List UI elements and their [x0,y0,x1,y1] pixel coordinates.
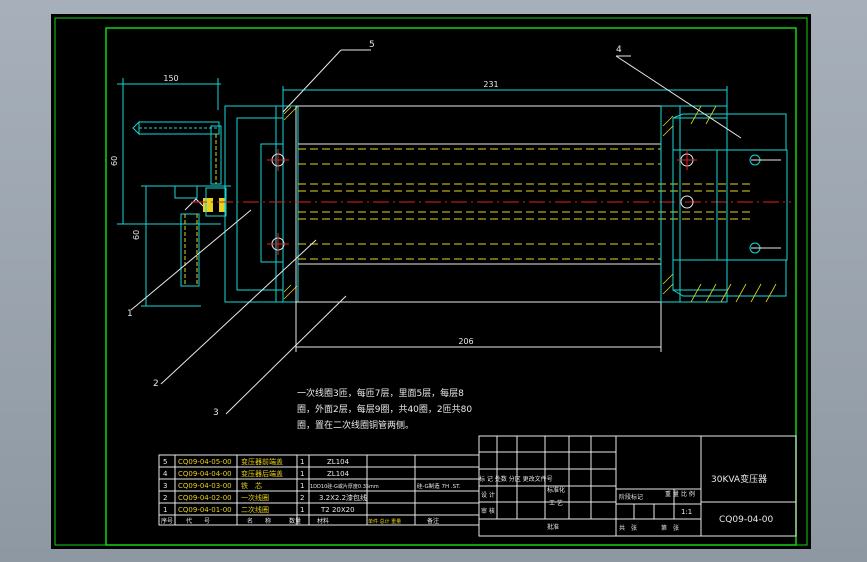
title-designer: 设 计 [481,491,495,499]
title-standard: 标准化 [547,486,565,494]
bom-row-4-qty: 1 [300,470,304,478]
dimension-top-width: 150 [122,74,219,110]
callout-4: 4 [616,45,622,55]
bom-row-2-no: 2 [163,494,167,502]
dim-height-lower-label: 60 [132,230,141,240]
dim-core-length-label: 206 [458,337,473,346]
dim-top-width-label: 150 [163,74,178,83]
dimension-core-length: 206 [295,294,662,352]
title-scale: 比 例 [681,490,695,498]
title-sheet-no: 第 张 [661,524,679,532]
bom-row-3-code: CQ09-04-03-00 [178,482,232,490]
bom-header-no: 序号 [161,517,173,525]
bom-row-1-qty: 1 [300,506,304,514]
title-drawing-no: CQ09-04-00 [719,515,773,525]
bom-row-1-name: 二次线圈 [241,505,269,514]
title-approve: 批准 [547,523,559,531]
bom-row-3-qty: 1 [300,482,304,490]
bom-row-4-material: ZL104 [327,470,350,478]
note-line-1: 一次线圈3匝，每匝7层，里面5层，每层8 [297,387,464,399]
note-line-3: 圈，置在二次线圈铜管两侧。 [297,419,414,431]
bom-header-remark: 备注 [427,517,439,525]
bom-header-code: 代 号 [186,517,210,525]
callout-3: 3 [213,408,219,418]
callout-leaders [130,49,742,415]
drawing-sheet: 60 60 150 231 206 5 4 1 2 3 一次线圈3匝，每匝7层，… [51,14,811,549]
bom-row-1-code: CQ09-04-01-00 [178,506,232,514]
bom-row-2-name: 一次线圈 [241,493,269,502]
title-stage: 阶段标记 [619,493,643,501]
bom-header-weight: 单件 总计 重量 [368,518,401,525]
left-terminal-bracket [132,120,227,287]
bom-row-1-no: 1 [163,506,167,514]
bom-row-3-remark: 硅-G制造 7H .ST. [417,482,461,490]
title-checker: 审 核 [481,507,495,515]
title-drawing-name: 30KVA变压器 [711,473,767,485]
bom-row-2-material: 3.2X2.2漆包线 [319,493,367,502]
bom-row-5-qty: 1 [300,458,304,466]
bom-row-5-name: 变压器前端盖 [241,457,283,466]
title-weight: 重 量 [665,490,679,498]
drawing-canvas: 60 60 150 231 206 5 4 1 2 3 一次线圈3匝，每匝7层，… [54,17,808,546]
bom-header-material: 材料 [317,517,329,525]
title-scale-value: 1:1 [681,508,692,516]
bom-row-4-code: CQ09-04-04-00 [178,470,232,478]
title-sheets-total: 共 张 [619,524,637,532]
bom-row-3-name: 铁 芯 [241,481,262,490]
bom-header-qty: 数量 [289,517,301,525]
bom-row-3-material: 1DD10硅-G或片厚度0.35mm [310,483,379,490]
bom-row-2-code: CQ09-04-02-00 [178,494,232,502]
title-process: 工 艺 [549,499,563,507]
bom-row-2-qty: 2 [300,494,304,502]
bom-row-4-name: 变压器后端盖 [241,469,283,478]
bom-row-5-material: ZL104 [327,458,350,466]
bom-row-4-no: 4 [163,470,168,478]
bom-row-1-material: T2 20X20 [320,506,355,514]
front-cover [224,105,299,303]
dim-overall-length-label: 231 [483,80,498,89]
note-line-2: 圈，外面2层，每层9圈，共40圈，2匝共80 [297,403,472,415]
bom-row-3-no: 3 [163,482,167,490]
callout-5: 5 [369,40,375,50]
bom-header-name: 名 称 [247,517,271,525]
title-rev-header: 标 记 处数 分区 更改文件号 [479,475,553,483]
dim-height-upper-label: 60 [110,156,119,166]
bom-row-5-code: CQ09-04-05-00 [178,458,232,466]
outer-border [54,17,808,546]
callout-2: 2 [153,379,159,389]
bom-row-5-no: 5 [163,458,167,466]
callout-1: 1 [127,309,133,319]
